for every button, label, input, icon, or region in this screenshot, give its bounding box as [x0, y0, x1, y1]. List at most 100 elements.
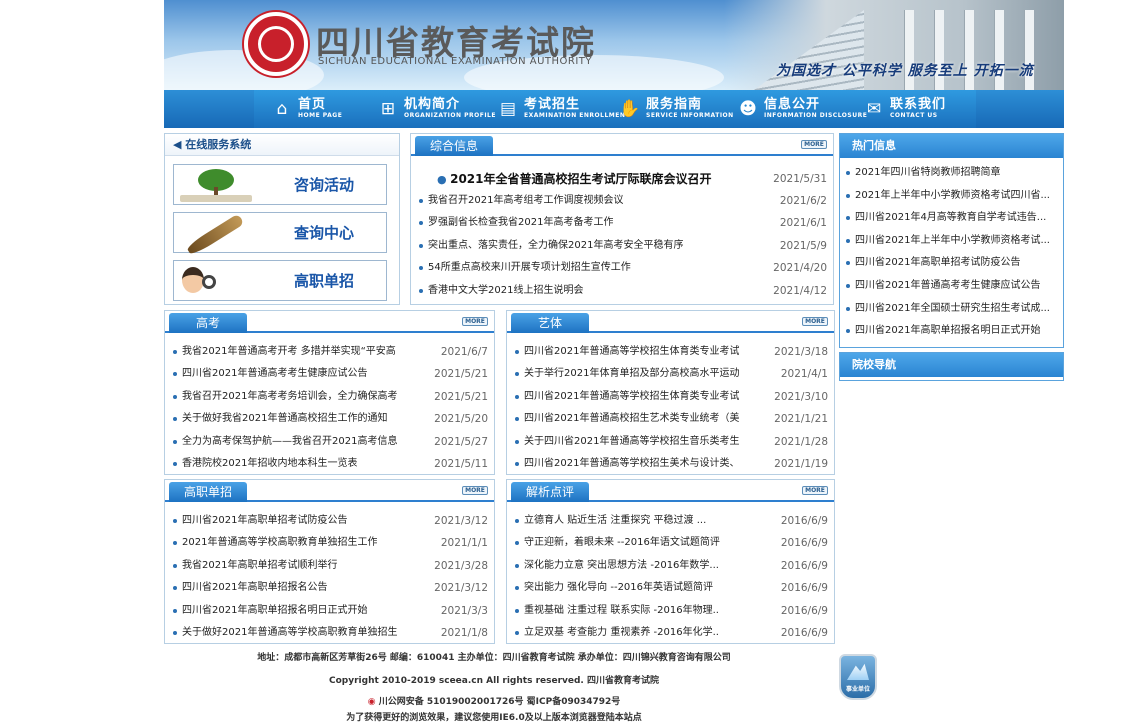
- tab-gaokao[interactable]: 高考: [169, 313, 247, 333]
- list-item[interactable]: 四川省2021年高职单招考试防疫公告: [844, 252, 1059, 275]
- nav-disclosure[interactable]: ☻ 信息公开 INFORMATION DISCLOSURE: [738, 90, 867, 128]
- list-item-date: 2021/4/1: [780, 368, 828, 381]
- child-magnifier-image: [176, 263, 254, 299]
- list-item[interactable]: 四川省2021年普通高等学校招生美术与设计类、 2021/1/19: [513, 453, 828, 475]
- handshake-icon: ✋: [619, 99, 641, 119]
- list-item-title: 关于四川省2021年普通高等学校招生音乐类考生: [524, 435, 740, 447]
- nav-contact[interactable]: ✉ 联系我们 CONTACT US: [864, 90, 946, 128]
- list-item-date: 2021/1/19: [774, 457, 828, 470]
- list-item-date: 2016/6/9: [780, 559, 828, 572]
- vocational-list: 四川省2021年高职单招考试防疫公告 2021/3/12 2021年普通高等学校高职…: [171, 510, 488, 644]
- nav-sublabel: INFORMATION DISCLOSURE: [764, 112, 868, 119]
- list-item-title: 深化能力立意 突出思想方法 -2016年数学...: [524, 559, 719, 571]
- list-item-date: 2021/6/1: [779, 217, 827, 230]
- list-item[interactable]: 54所重点高校来川开展专项计划招生宣传工作 2021/4/20: [417, 257, 827, 279]
- list-item[interactable]: 突出能力 强化导向 --2016年英语试题简评 2016/6/9: [513, 577, 828, 599]
- nav-sublabel: EXAMINATION ENROLLMENT: [524, 112, 630, 119]
- list-item[interactable]: 香港院校2021年招收内地本科生一览表 2021/5/11: [171, 453, 488, 475]
- more-button[interactable]: MORE: [462, 317, 488, 326]
- list-item[interactable]: 四川省2021年高职单招报名明日正式开始 2021/3/3: [171, 600, 488, 622]
- list-item-title: 关于做好2021年普通高等学校高职教育单独招生: [182, 626, 398, 638]
- query-center-button[interactable]: 查询中心: [173, 212, 387, 257]
- list-item-title: 香港院校2021年招收内地本科生一览表: [182, 457, 358, 469]
- mountain-icon: [847, 663, 869, 680]
- nav-service[interactable]: ✋ 服务指南 SERVICE INFORMATION: [619, 90, 734, 128]
- list-item-title: 2021年上半年中小学教师资格考试四川省...: [855, 189, 1050, 201]
- list-item[interactable]: 四川省2021年高职单招考试防疫公告 2021/3/12: [171, 510, 488, 532]
- nav-exam[interactable]: ▤ 考试招生 EXAMINATION ENROLLMENT: [498, 90, 630, 128]
- list-item[interactable]: 立足双基 考查能力 重视素养 -2016年化学.. 2016/6/9: [513, 622, 828, 644]
- list-item[interactable]: 罗强副省长检查我省2021年高考备考工作 2021/6/1: [417, 212, 827, 234]
- list-item-date: 2021/4/20: [773, 262, 827, 275]
- list-item-title: 四川省2021年普通高等学校招生体育类专业考试: [524, 346, 740, 357]
- more-button[interactable]: MORE: [462, 486, 488, 495]
- more-button[interactable]: MORE: [801, 140, 827, 149]
- nav-label: 考试招生: [524, 97, 581, 112]
- query-center-label: 查询中心: [293, 224, 354, 242]
- footer-copyright: Copyright 2010-2019 sceea.cn All rights …: [329, 676, 659, 686]
- list-item[interactable]: 四川省2021年普通高校招生艺术类专业统考（美 2021/1/21: [513, 408, 828, 430]
- list-item[interactable]: 四川省2021年普通高等学校招生体育类专业考试 2021/3/10: [513, 386, 828, 408]
- list-item[interactable]: 四川省2021年普通高考考生健康应试公告: [844, 275, 1059, 298]
- list-item[interactable]: 四川省2021年普通高考考生健康应试公告 2021/5/21: [171, 363, 488, 385]
- list-item[interactable]: 全力为高考保驾护航——我省召开2021高考信息 2021/5/27: [171, 431, 488, 453]
- consult-button[interactable]: 咨询活动: [173, 164, 387, 205]
- list-item-title: 关于做好我省2021年普通高校招生工作的通知: [182, 413, 388, 425]
- online-service-header: ◀ 在线服务系统: [165, 134, 399, 156]
- nav-organization[interactable]: ⊞ 机构简介 ORGANIZATION PROFILE: [378, 90, 496, 128]
- contact-icon: ✉: [866, 99, 882, 119]
- tab-general-info[interactable]: 综合信息: [415, 136, 493, 156]
- list-item[interactable]: 我省召开2021年高考组考工作调度视频会议 2021/6/2: [417, 190, 827, 212]
- list-item[interactable]: 我省2021年高职单招考试顺利举行 2021/3/28: [171, 555, 488, 577]
- main-nav: ⌂ 首页 HOME PAGE ⊞ 机构简介 ORGANIZATION PROFILE…: [164, 90, 1064, 128]
- list-item-date: 2021/3/10: [774, 390, 828, 403]
- nav-label: 信息公开: [764, 97, 821, 112]
- list-item-title: 54所重点高校来川开展专项计划招生宣传工作: [428, 262, 631, 274]
- list-item-date: 2021/6/7: [440, 346, 488, 358]
- tab-art[interactable]: 艺体: [511, 313, 589, 333]
- list-item[interactable]: 2021年普通高等学校高职教育单独招生工作 2021/1/1: [171, 532, 488, 554]
- list-item[interactable]: 关于四川省2021年普通高等学校招生音乐类考生 2021/1/28: [513, 431, 828, 453]
- list-item-title: 四川省2021年高职单招报名公告: [182, 582, 328, 594]
- list-item[interactable]: 我省召开2021年高考考务培训会，全力确保高考 2021/5/21: [171, 386, 488, 408]
- list-item-date: 2021/1/21: [774, 413, 828, 426]
- list-item[interactable]: 香港中文大学2021线上招生说明会 2021/4/12: [417, 280, 827, 302]
- list-item[interactable]: 关于举行2021年体育单招及部分高校高水平运动 2021/4/1: [513, 363, 828, 385]
- list-item[interactable]: 四川省2021年高职单招报名公告 2021/3/12: [171, 577, 488, 599]
- list-item[interactable]: 深化能力立意 突出思想方法 -2016年数学... 2016/6/9: [513, 555, 828, 577]
- list-item[interactable]: 四川省2021年高职单招报名明日正式开始: [844, 320, 1059, 343]
- list-item-title: 四川省2021年高职单招报名明日正式开始: [855, 325, 1041, 337]
- list-item[interactable]: 四川省2021年4月高等教育自学考试违告...: [844, 207, 1059, 230]
- list-item[interactable]: 2021年上半年中小学教师资格考试四川省...: [844, 185, 1059, 208]
- footer-icp[interactable]: 川公网安备 51019002001726号 蜀ICP备09034792号: [379, 697, 621, 707]
- list-item[interactable]: 关于做好我省2021年普通高校招生工作的通知 2021/5/20: [171, 408, 488, 430]
- list-item[interactable]: 突出重点、落实责任，全力确保2021年高考安全平稳有序 2021/5/9: [417, 235, 827, 257]
- list-item-date: 2021/3/12: [434, 582, 488, 595]
- list-item-title: 四川省2021年上半年中小学教师资格考试...: [855, 234, 1050, 246]
- nav-home[interactable]: ⌂ 首页 HOME PAGE: [272, 90, 342, 128]
- more-button[interactable]: MORE: [802, 486, 828, 495]
- tab-vocational[interactable]: 高职单招: [169, 482, 247, 502]
- list-item[interactable]: 四川省2021年上半年中小学教师资格考试...: [844, 230, 1059, 253]
- list-item[interactable]: 我省2021年普通高考开考 多措并举实现“平安高 2021/6/7: [171, 341, 488, 363]
- list-item[interactable]: 关于做好2021年普通高等学校高职教育单独招生 2021/1/8: [171, 622, 488, 644]
- home-icon: ⌂: [276, 99, 288, 119]
- more-button[interactable]: MORE: [802, 317, 828, 326]
- list-item-title: 四川省2021年高职单招报名明日正式开始: [182, 604, 368, 616]
- list-item[interactable]: 四川省2021年全国硕士研究生招生考试成...: [844, 298, 1059, 321]
- list-item[interactable]: 立德育人 贴近生活 注重探究 平稳过渡 ... 2016/6/9: [513, 510, 828, 532]
- list-item[interactable]: 守正迎新，着眼未来 --2016年语文试题简评 2016/6/9: [513, 532, 828, 554]
- list-item-title: 我省召开2021年高考考务培训会，全力确保高考: [182, 390, 398, 402]
- list-item[interactable]: 重视基础 注重过程 联系实际 -2016年物理.. 2016/6/9: [513, 600, 828, 622]
- tab-analysis[interactable]: 解析点评: [511, 482, 589, 502]
- slogan: 为国选才 公平科学 服务至上 开拓一流: [776, 63, 1034, 79]
- school-nav-title[interactable]: 院校导航: [840, 353, 1063, 377]
- site-logo[interactable]: [244, 12, 308, 76]
- institution-badge[interactable]: 事业单位: [839, 654, 877, 700]
- list-item[interactable]: 2021年四川省特岗教师招聘简章: [844, 162, 1059, 185]
- list-item-title: 我省2021年高职单招考试顺利举行: [182, 559, 338, 571]
- list-item-title: 四川省2021年4月高等教育自学考试违告...: [855, 212, 1047, 224]
- headline-news[interactable]: ● 2021年全省普通高校招生考试厅际联席会议召开 2021/5/31: [437, 168, 827, 190]
- vocational-button[interactable]: 高职单招: [173, 260, 387, 301]
- list-item[interactable]: 四川省2021年普通高等学校招生体育类专业考试 2021/3/18: [513, 341, 828, 363]
